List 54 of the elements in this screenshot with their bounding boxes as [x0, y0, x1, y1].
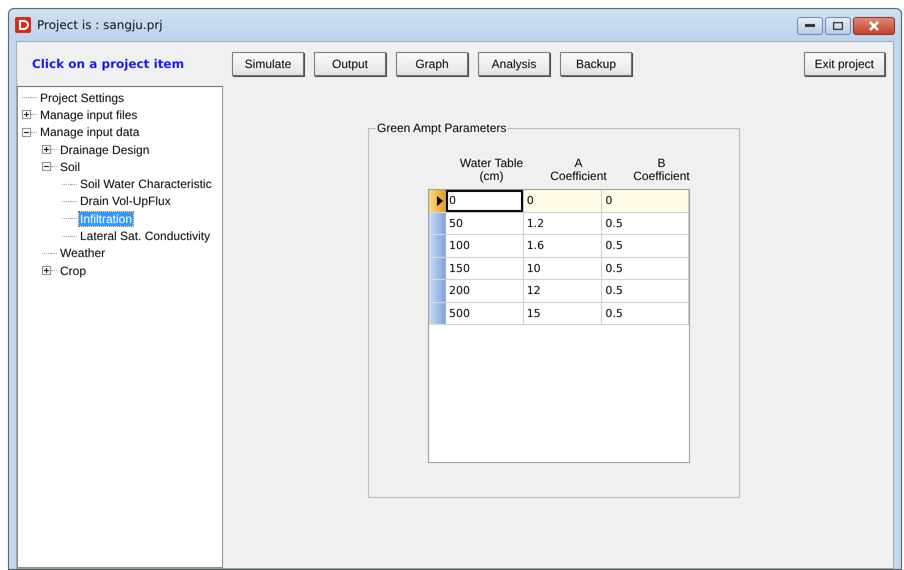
tree-item[interactable]: Drainage Design: [59, 142, 150, 157]
tree-item[interactable]: Project Settings: [39, 90, 126, 105]
table-cell[interactable]: 10: [524, 258, 602, 280]
row-header[interactable]: [429, 190, 446, 212]
column-header: A Coefficient: [549, 157, 608, 183]
prompt-text: Click on a project item: [32, 57, 186, 71]
minimize-button[interactable]: [797, 17, 823, 35]
toolbar-button[interactable]: Analysis: [478, 52, 550, 76]
group-title: Green Ampt Parameters: [376, 122, 508, 135]
expand-icon[interactable]: [42, 145, 51, 154]
exit-button[interactable]: Exit project: [804, 52, 885, 76]
table-cell[interactable]: 0.5: [602, 212, 689, 235]
table-cell[interactable]: 1.6: [524, 235, 602, 258]
table-cell[interactable]: 1.2: [524, 212, 602, 235]
column-header: Water Table (cm): [458, 157, 524, 183]
tree-item[interactable]: Drain Vol-UpFlux: [79, 194, 172, 208]
table-cell[interactable]: 100: [446, 235, 524, 258]
tree-item[interactable]: Manage input data: [39, 125, 140, 140]
maximize-icon: [833, 22, 843, 30]
close-icon: [868, 21, 880, 31]
tree-item[interactable]: Crop: [59, 264, 88, 278]
table-cell[interactable]: 12: [524, 280, 602, 302]
table-cell[interactable]: 500: [446, 302, 524, 325]
table-cell[interactable]: 0.5: [602, 302, 689, 325]
table-cell[interactable]: 0: [602, 190, 689, 212]
table-cell[interactable]: 0: [524, 190, 602, 212]
column-header: B Coefficient: [632, 157, 691, 183]
table-cell[interactable]: 15: [524, 302, 602, 325]
table-cell[interactable]: 0.5: [602, 280, 689, 302]
app-icon: [15, 17, 31, 33]
tree-item[interactable]: Soil: [59, 160, 82, 174]
maximize-button[interactable]: [825, 17, 851, 35]
current-row-icon: [437, 196, 443, 206]
toolbar-button[interactable]: Backup: [560, 52, 632, 76]
table-cell[interactable]: 50: [446, 212, 524, 235]
expand-icon[interactable]: [42, 266, 51, 276]
toolbar-button[interactable]: Simulate: [232, 52, 304, 76]
tree-item[interactable]: Manage input files: [39, 108, 138, 122]
toolbar-button[interactable]: Output: [314, 52, 386, 76]
expand-icon[interactable]: [22, 110, 31, 120]
table-cell[interactable]: 0.5: [602, 258, 689, 280]
collapse-icon[interactable]: [22, 128, 31, 137]
tree-item[interactable]: Soil Water Characteristic: [79, 177, 213, 192]
toolbar-button[interactable]: Graph: [396, 52, 468, 76]
tree-item[interactable]: Weather: [59, 246, 106, 260]
minimize-icon: [805, 24, 815, 28]
close-button[interactable]: [853, 17, 895, 35]
table-cell[interactable]: 0.5: [602, 235, 689, 258]
table-cell[interactable]: 200: [446, 280, 524, 302]
table-cell[interactable]: 150: [446, 258, 524, 280]
window-title: Project is : sangju.prj: [37, 18, 164, 32]
table-cell[interactable]: 0: [446, 190, 524, 212]
tree-item[interactable]: Lateral Sat. Conductivity: [79, 229, 212, 244]
collapse-icon[interactable]: [42, 162, 51, 172]
